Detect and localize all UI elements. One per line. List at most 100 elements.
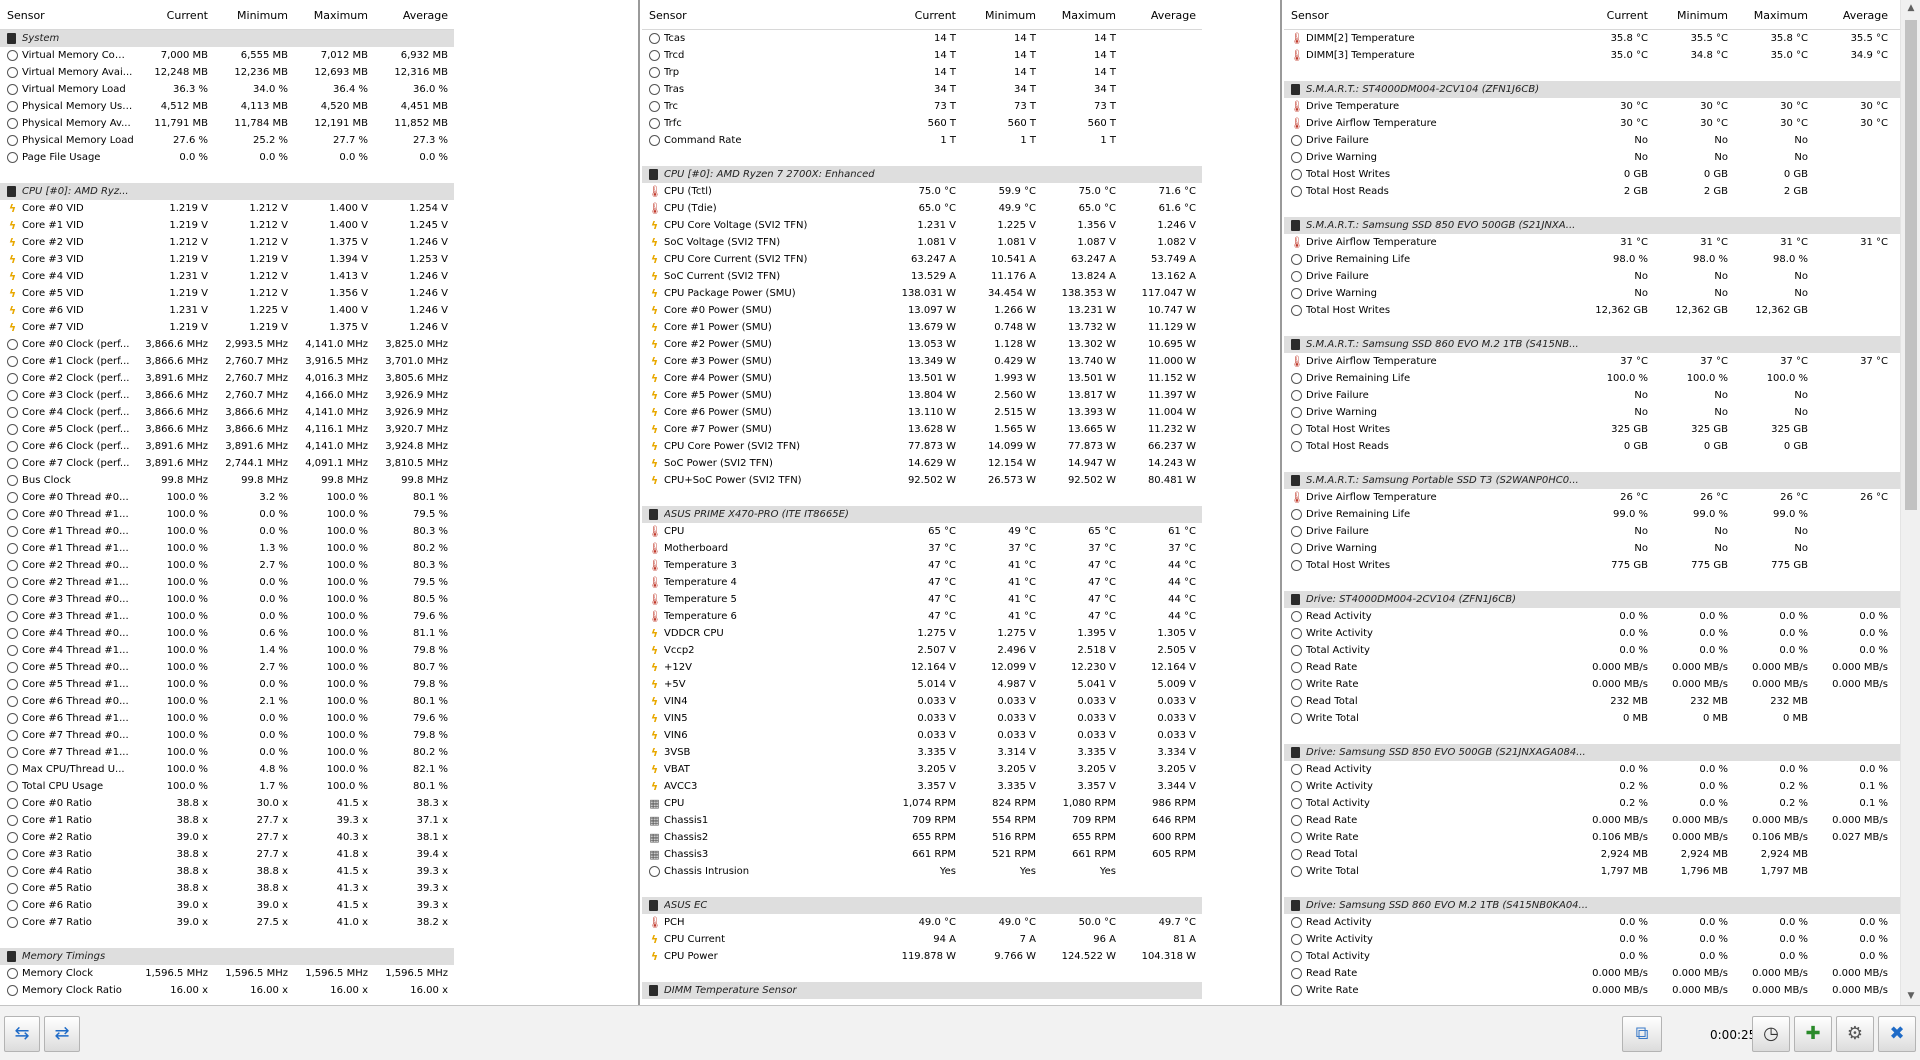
- sensor-row[interactable]: Total Activity 0.0 % 0.0 % 0.0 % 0.0 %: [1284, 948, 1900, 965]
- sensor-row[interactable]: Drive Failure No No No: [1284, 523, 1900, 540]
- sensor-row[interactable]: ϟ Core #5 VID 1.219 V 1.212 V 1.356 V 1.246 V: [0, 285, 454, 302]
- sensor-row[interactable]: ϟ Core #5 Power (SMU) 13.804 W 2.560 W 13.81…: [642, 387, 1202, 404]
- sensor-row[interactable]: ϟ VBAT 3.205 V 3.205 V 3.205 V 3.205 V: [642, 761, 1202, 778]
- sensor-row[interactable]: Core #5 Thread #0... 100.0 % 2.7 % 100.0 % 8…: [0, 659, 454, 676]
- sensor-row[interactable]: ϟ Core #7 Power (SMU) 13.628 W 1.565 W 13.66…: [642, 421, 1202, 438]
- sensor-row[interactable]: Physical Memory Used 4,512 MB 4,113 MB 4,52…: [0, 98, 454, 115]
- sensor-row[interactable]: Chassis Intrusion Yes Yes Yes: [642, 863, 1202, 880]
- settings-button[interactable]: ⚙: [1836, 1016, 1874, 1052]
- sensor-group-header[interactable]: CPU [#0]: AMD Ryzen 7 2700X: Enhanced: [642, 166, 1202, 183]
- sensor-row[interactable]: Core #4 Thread #0... 100.0 % 0.6 % 100.0 % 8…: [0, 625, 454, 642]
- sensor-row[interactable]: 🌡 DIMM[2] Temperature 35.8 °C 35.5 °C 35.8 °…: [1284, 30, 1900, 47]
- sensor-row[interactable]: Write Total 1,797 MB 1,796 MB 1,797 MB: [1284, 863, 1900, 880]
- sensor-row[interactable]: 🌡 DIMM[3] Temperature 35.0 °C 34.8 °C 35.0 °…: [1284, 47, 1900, 64]
- sensor-group-header[interactable]: S.M.A.R.T.: Samsung SSD 860 EVO M.2 1TB …: [1284, 336, 1900, 353]
- sensor-row[interactable]: Core #2 Ratio 39.0 x 27.7 x 40.3 x 38.1 x: [0, 829, 454, 846]
- header-sensor[interactable]: Sensor: [1291, 9, 1329, 22]
- sensor-row[interactable]: Virtual Memory Load 36.3 % 34.0 % 36.4 % 36.…: [0, 81, 454, 98]
- sensor-row[interactable]: Core #6 Thread #1... 100.0 % 0.0 % 100.0 % 7…: [0, 710, 454, 727]
- sensor-row[interactable]: Core #5 Ratio 38.8 x 38.8 x 41.3 x 39.3 x: [0, 880, 454, 897]
- sensor-row[interactable]: Write Activity 0.2 % 0.0 % 0.2 % 0.1 %: [1284, 778, 1900, 795]
- sensor-row[interactable]: Core #0 Thread #0... 100.0 % 3.2 % 100.0 % 8…: [0, 489, 454, 506]
- sensor-row[interactable]: Core #1 Thread #0... 100.0 % 0.0 % 100.0 % 8…: [0, 523, 454, 540]
- sensor-row[interactable]: Bus Clock 99.8 MHz 99.8 MHz 99.8 MHz 99.8 MH…: [0, 472, 454, 489]
- sensor-row[interactable]: Total Host Reads 2 GB 2 GB 2 GB: [1284, 183, 1900, 200]
- sensor-row[interactable]: ϟ Core #6 VID 1.231 V 1.225 V 1.400 V 1.246 V: [0, 302, 454, 319]
- sensor-row[interactable]: Read Rate 0.000 MB/s 0.000 MB/s 0.000 MB/s 0…: [1284, 812, 1900, 829]
- sensor-row[interactable]: ϟ CPU Core Power (SVI2 TFN) 77.873 W 14.099…: [642, 438, 1202, 455]
- sensor-row[interactable]: Core #6 Ratio 39.0 x 39.0 x 41.5 x 39.3 x: [0, 897, 454, 914]
- sensor-row[interactable]: ▦ Chassis2 655 RPM 516 RPM 655 RPM 600 RPM: [642, 829, 1202, 846]
- sensor-row[interactable]: Drive Remaining Life 100.0 % 100.0 % 100.0 …: [1284, 370, 1900, 387]
- sensor-row[interactable]: ϟ Core #1 Power (SMU) 13.679 W 0.748 W 13.73…: [642, 319, 1202, 336]
- sensor-row[interactable]: Drive Warning No No No: [1284, 540, 1900, 557]
- sensor-row[interactable]: 🌡 Drive Airflow Temperature 26 °C 26 °C 26 °…: [1284, 489, 1900, 506]
- sensor-row[interactable]: ϟ Core #3 Power (SMU) 13.349 W 0.429 W 13.74…: [642, 353, 1202, 370]
- sensor-row[interactable]: Write Rate 0.106 MB/s 0.000 MB/s 0.106 MB/s…: [1284, 829, 1900, 846]
- sensor-row[interactable]: Core #7 Clock (perf... 3,891.6 MHz 2,744.1…: [0, 455, 454, 472]
- sensor-row[interactable]: Core #7 Thread #1... 100.0 % 0.0 % 100.0 % 8…: [0, 744, 454, 761]
- sensor-row[interactable]: ϟ Core #4 Power (SMU) 13.501 W 1.993 W 13.50…: [642, 370, 1202, 387]
- collapse-panes-button[interactable]: ⇄: [44, 1016, 80, 1052]
- column-header[interactable]: Sensor Current Minimum Maximum Average: [0, 0, 454, 30]
- expand-panes-button[interactable]: ⇆: [4, 1016, 40, 1052]
- sensor-row[interactable]: Core #6 Thread #0... 100.0 % 2.1 % 100.0 % 8…: [0, 693, 454, 710]
- sensor-row[interactable]: Read Activity 0.0 % 0.0 % 0.0 % 0.0 %: [1284, 608, 1900, 625]
- sensor-row[interactable]: 🌡 CPU (Tdie) 65.0 °C 49.9 °C 65.0 °C 61.6 °C: [642, 200, 1202, 217]
- sensor-row[interactable]: 🌡 Drive Airflow Temperature 31 °C 31 °C 31 °…: [1284, 234, 1900, 251]
- sensor-row[interactable]: Core #1 Ratio 38.8 x 27.7 x 39.3 x 37.1 x: [0, 812, 454, 829]
- sensor-row[interactable]: Drive Failure No No No: [1284, 268, 1900, 285]
- sensor-row[interactable]: ϟ Core #4 VID 1.231 V 1.212 V 1.413 V 1.246 V: [0, 268, 454, 285]
- sensor-row[interactable]: ϟ 3VSB 3.335 V 3.314 V 3.335 V 3.334 V: [642, 744, 1202, 761]
- sensor-row[interactable]: ϟ CPU Current 94 A 7 A 96 A 81 A: [642, 931, 1202, 948]
- sensor-row[interactable]: Read Activity 0.0 % 0.0 % 0.0 % 0.0 %: [1284, 914, 1900, 931]
- sensor-row[interactable]: Write Total 0 MB 0 MB 0 MB: [1284, 710, 1900, 727]
- close-button[interactable]: ✖: [1878, 1016, 1916, 1052]
- logging-button[interactable]: ✚: [1794, 1016, 1832, 1052]
- sensor-row[interactable]: 🌡 PCH 49.0 °C 49.0 °C 50.0 °C 49.7 °C: [642, 914, 1202, 931]
- sensor-row[interactable]: 🌡 Drive Airflow Temperature 30 °C 30 °C 30 °…: [1284, 115, 1900, 132]
- sensor-group-header[interactable]: Drive: ST4000DM004-2CV104 (ZFN1J6CB): [1284, 591, 1900, 608]
- header-average[interactable]: Average: [378, 9, 448, 22]
- sensor-group-header[interactable]: S.M.A.R.T.: Samsung SSD 850 EVO 500GB (S…: [1284, 217, 1900, 234]
- sensor-row[interactable]: Core #5 Clock (perf... 3,866.6 MHz 3,866.6…: [0, 421, 454, 438]
- sensor-row[interactable]: Read Rate 0.000 MB/s 0.000 MB/s 0.000 MB/s 0…: [1284, 965, 1900, 982]
- sensor-row[interactable]: Core #3 Thread #1... 100.0 % 0.0 % 100.0 % 7…: [0, 608, 454, 625]
- sensor-row[interactable]: ϟ +12V 12.164 V 12.099 V 12.230 V 12.164 V: [642, 659, 1202, 676]
- sensor-row[interactable]: 🌡 Temperature 5 47 °C 41 °C 47 °C 44 °C: [642, 591, 1202, 608]
- sensor-row[interactable]: Total Host Writes 775 GB 775 GB 775 GB: [1284, 557, 1900, 574]
- header-minimum[interactable]: Minimum: [218, 9, 288, 22]
- sensor-row[interactable]: Core #1 Clock (perf... 3,866.6 MHz 2,760.7…: [0, 353, 454, 370]
- sensor-row[interactable]: Core #3 Thread #0... 100.0 % 0.0 % 100.0 % 8…: [0, 591, 454, 608]
- sensor-row[interactable]: Core #7 Ratio 39.0 x 27.5 x 41.0 x 38.2 x: [0, 914, 454, 931]
- sensor-row[interactable]: Trc 73 T 73 T 73 T: [642, 98, 1202, 115]
- sensor-row[interactable]: ϟ CPU Core Current (SVI2 TFN) 63.247 A 10.5…: [642, 251, 1202, 268]
- sensor-row[interactable]: Tras 34 T 34 T 34 T: [642, 81, 1202, 98]
- sensor-row[interactable]: ϟ Core #1 VID 1.219 V 1.212 V 1.400 V 1.245 V: [0, 217, 454, 234]
- sensor-group-header[interactable]: ASUS EC: [642, 897, 1202, 914]
- sensor-row[interactable]: Max CPU/Thread U... 100.0 % 4.8 % 100.0 % 82…: [0, 761, 454, 778]
- sensor-row[interactable]: Read Total 232 MB 232 MB 232 MB: [1284, 693, 1900, 710]
- sensor-row[interactable]: Core #4 Clock (perf... 3,866.6 MHz 3,866.6…: [0, 404, 454, 421]
- reset-timer-button[interactable]: ◷: [1752, 1016, 1790, 1052]
- sensor-row[interactable]: ϟ Core #2 VID 1.212 V 1.212 V 1.375 V 1.246 V: [0, 234, 454, 251]
- sensor-row[interactable]: Drive Remaining Life 98.0 % 98.0 % 98.0 %: [1284, 251, 1900, 268]
- sensor-row[interactable]: ▦ Chassis1 709 RPM 554 RPM 709 RPM 646 RPM: [642, 812, 1202, 829]
- column-header[interactable]: Sensor Current Minimum Maximum Average: [642, 0, 1202, 30]
- sensor-row[interactable]: ϟ Core #3 VID 1.219 V 1.219 V 1.394 V 1.253 V: [0, 251, 454, 268]
- scrollbar-thumb[interactable]: [1905, 20, 1917, 510]
- sensor-row[interactable]: Core #3 Clock (perf... 3,866.6 MHz 2,760.7…: [0, 387, 454, 404]
- sensor-row[interactable]: ϟ CPU Power 119.878 W 9.766 W 124.522 W 104.3…: [642, 948, 1202, 965]
- sensor-row[interactable]: Total Host Writes 0 GB 0 GB 0 GB: [1284, 166, 1900, 183]
- sensor-row[interactable]: Core #1 Thread #1... 100.0 % 1.3 % 100.0 % 8…: [0, 540, 454, 557]
- sensor-group-header[interactable]: Memory Timings: [0, 948, 454, 965]
- sensor-row[interactable]: ϟ Core #7 VID 1.219 V 1.219 V 1.375 V 1.246 V: [0, 319, 454, 336]
- sensor-row[interactable]: ϟ Core #0 Power (SMU) 13.097 W 1.266 W 13.23…: [642, 302, 1202, 319]
- sensor-row[interactable]: Core #5 Thread #1... 100.0 % 0.0 % 100.0 % 7…: [0, 676, 454, 693]
- sensor-group-header[interactable]: Drive: Samsung SSD 860 EVO M.2 1TB (S415…: [1284, 897, 1900, 914]
- header-average[interactable]: Average: [1126, 9, 1196, 22]
- sensor-row[interactable]: Core #4 Thread #1... 100.0 % 1.4 % 100.0 % 7…: [0, 642, 454, 659]
- sensor-row[interactable]: Core #2 Thread #1... 100.0 % 0.0 % 100.0 % 7…: [0, 574, 454, 591]
- header-minimum[interactable]: Minimum: [1658, 9, 1728, 22]
- sensor-group-header[interactable]: Drive: Samsung SSD 850 EVO 500GB (S21JNX…: [1284, 744, 1900, 761]
